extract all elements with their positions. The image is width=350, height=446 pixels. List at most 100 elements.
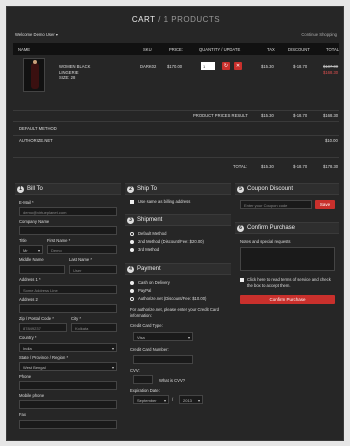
expiry-separator: / [172,397,174,402]
expiry-year-select[interactable]: 2013 ▾ [179,395,203,404]
confirm-purchase-button[interactable]: Confirm Purchase [240,295,335,304]
ship-to-header: 2 Ship To [125,183,231,195]
company-label: Company Name [19,219,50,224]
step-number: 2 [127,186,134,193]
cart-page: CART / 1 PRODUCTS Welcome Demo User ▾ Co… [6,6,344,441]
state-label: State / Province / Region * [19,355,69,360]
confirm-title: Confirm Purchase [247,225,296,231]
delete-icon[interactable]: ✕ [234,62,242,70]
refresh-icon[interactable]: ↻ [222,62,230,70]
grand-total: $178.30 [323,164,339,169]
page-title: CART / 1 PRODUCTS [7,15,345,24]
product-count: 1 PRODUCTS [163,15,221,24]
middle-name-label: Middle Name [19,257,44,262]
notes-textarea[interactable] [240,247,335,271]
product-discount: $-18.70 [293,64,308,69]
pp-tax: $15.30 [261,113,274,118]
shipment-radio-2nd[interactable] [130,240,134,244]
card-type-label: Credit Card Type: [130,323,163,328]
state-value: West Bengal [23,365,46,370]
phone-label: Phone [19,374,32,379]
mobile-label: Mobile phone [19,393,45,398]
coupon-header: 5 Coupon Discount [235,183,339,195]
step-number: 3 [127,217,134,224]
phone-field[interactable] [19,381,117,390]
step-number: 6 [237,225,244,232]
default-method-row: DEFAULT METHOD [13,126,339,134]
terms-checkbox[interactable] [240,278,244,282]
expiry-month-select[interactable]: September ▾ [133,395,169,404]
coupon-save-button[interactable]: Save [315,200,335,209]
chevron-down-icon: ▾ [163,398,166,403]
payment-radio-paypal[interactable] [130,289,134,293]
divider [13,110,339,111]
chevron-down-icon: ▾ [111,346,114,351]
card-type-select[interactable]: Visa ▾ [133,332,193,341]
card-info-text: For authorize.net, please enter your Cre… [130,307,219,318]
product-name[interactable]: WOMEN BLACK LINGERIE SIZE: 28 [59,64,90,81]
grand-total-row: TOTAL: $15.30 $-18.70 $178.30 [13,164,339,172]
shipment-option-3rd: 3rd Method [138,247,160,252]
product-sku: DARK02 [140,64,157,69]
card-number-label: Credit Card Number: [130,347,169,352]
payment-radio-authorize[interactable] [130,297,134,301]
header-price: PRICE: [169,47,183,52]
shipment-radio-default[interactable] [130,232,134,236]
card-number-field[interactable] [133,355,193,364]
bill-to-header: 1 Bill To [15,183,121,195]
state-select[interactable]: West Bengal ▾ [19,362,117,371]
same-address-checkbox[interactable] [130,200,134,204]
zip-field[interactable]: 87849237 [19,323,67,332]
card-type-value: Visa [137,335,145,340]
expiry-label: Expiration Date: [130,388,160,393]
expiry-year-value: 2013 [183,398,192,403]
country-select[interactable]: India ▾ [19,343,117,352]
cvv-help-link[interactable]: What is CVV? [159,378,185,383]
product-total: $168.30 [323,70,339,75]
product-prices-label: PRODUCT PRICES RESULT [193,113,248,118]
fax-label: Fax [19,412,26,417]
header-total: TOTAL [326,47,340,52]
product-size: SIZE: 28 [59,75,76,80]
city-label: City * [71,316,82,321]
payment-title: Payment [137,266,161,272]
cvv-field[interactable] [133,375,153,384]
payment-option-authorize: Authorize.net (Discount/Fee: $10.00) [138,296,207,301]
mobile-field[interactable] [19,400,117,409]
product-image[interactable] [23,58,45,92]
total-label: TOTAL: [233,164,248,169]
address2-field[interactable] [19,304,117,313]
cart-title: CART [131,15,156,24]
title-select[interactable]: Mr ▾ [19,245,43,254]
quantity-input[interactable]: 1 [201,62,215,70]
product-tax: $15.30 [261,64,274,69]
cvv-label: CVV: [130,368,140,373]
shipment-option-default: Default Method [138,231,167,236]
zip-label: Zip / Postal Code * [19,316,54,321]
divider [13,157,339,158]
fax-field[interactable] [19,420,117,429]
company-field[interactable] [19,226,117,235]
shipment-option-2nd: 2nd Method (Discount/Fee: $20.00) [138,239,204,244]
last-name-field[interactable]: User [69,265,117,274]
continue-shopping-link[interactable]: Continue Shopping [301,32,337,37]
terms-link[interactable]: Click here to read terms of service and … [247,277,335,288]
last-name-label: Last Name * [69,257,93,262]
welcome-user-menu[interactable]: Welcome Demo User ▾ [15,32,58,37]
coupon-input[interactable]: Enter your Coupon code [240,200,312,209]
address2-label: Address 2 [19,297,38,302]
product-prices-row: PRODUCT PRICES RESULT $15.30 $-18.70 $16… [13,113,339,121]
email-field[interactable]: demo@virtueplanet.com [19,207,117,216]
expiry-month-value: September [137,398,157,403]
shipment-radio-3rd[interactable] [130,248,134,252]
divider [13,135,339,136]
pp-discount: $-18.70 [293,113,308,118]
shipment-header: 3 Shipment [125,214,231,226]
chevron-down-icon: ▾ [111,365,114,370]
city-field[interactable]: Kolkata [71,323,117,332]
confirm-header: 6 Confirm Purchase [235,222,339,234]
first-name-field[interactable]: Demo [47,245,117,254]
payment-radio-cod[interactable] [130,281,134,285]
address1-field[interactable]: Some Address Line [19,285,117,294]
middle-name-field[interactable] [19,265,65,274]
